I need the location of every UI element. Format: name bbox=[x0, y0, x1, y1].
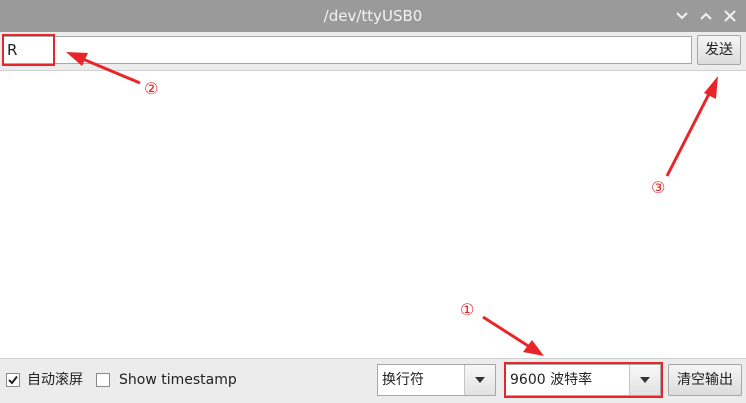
line-ending-select[interactable]: 换行符 bbox=[377, 364, 496, 396]
autoscroll-label: 自动滚屏 bbox=[27, 372, 83, 388]
minimize-chevron-icon[interactable] bbox=[672, 6, 692, 26]
maximize-chevron-icon[interactable] bbox=[696, 6, 716, 26]
serial-output-area[interactable] bbox=[0, 71, 746, 358]
timestamp-checkbox[interactable] bbox=[96, 373, 110, 387]
message-input[interactable]: R bbox=[2, 36, 692, 64]
checkmark-icon bbox=[8, 375, 18, 385]
clear-output-button[interactable]: 清空输出 bbox=[668, 364, 742, 396]
baud-rate-highlight-box bbox=[504, 362, 663, 398]
line-ending-value: 换行符 bbox=[382, 372, 424, 388]
send-button[interactable]: 发送 bbox=[697, 35, 741, 65]
window-title: /dev/ttyUSB0 bbox=[323, 7, 423, 25]
autoscroll-checkbox[interactable] bbox=[6, 373, 20, 387]
close-icon[interactable] bbox=[720, 6, 740, 26]
timestamp-label: Show timestamp bbox=[119, 372, 237, 388]
annotation-marker-1: ① bbox=[460, 300, 475, 319]
annotation-marker-2: ② bbox=[144, 79, 159, 98]
title-bar: /dev/ttyUSB0 bbox=[0, 0, 746, 32]
input-highlight-box bbox=[2, 34, 55, 66]
annotation-marker-3: ③ bbox=[651, 178, 666, 197]
dropdown-arrow-icon[interactable] bbox=[464, 365, 495, 395]
